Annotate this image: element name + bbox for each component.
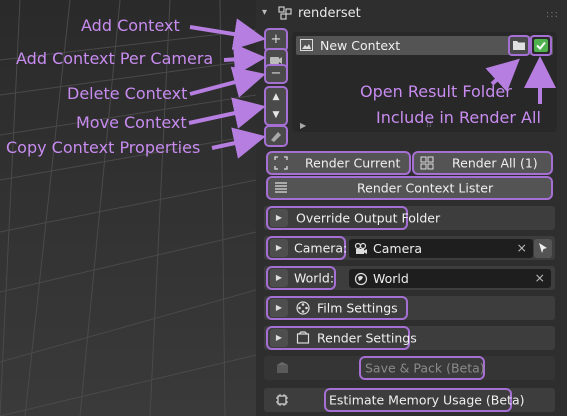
camera-value: Camera — [373, 241, 423, 256]
estimate-memory-label: Estimate Memory Usage (Beta) — [329, 392, 525, 408]
expand-triangle-icon: ▶ — [270, 239, 288, 257]
estimate-memory-button[interactable]: Estimate Memory Usage (Beta) — [326, 390, 525, 410]
save-pack-button[interactable]: Save & Pack (Beta) — [361, 358, 485, 378]
annotation-include-in-render-all: Include in Render All — [376, 108, 541, 127]
render-settings-label: Render Settings — [317, 330, 417, 346]
list-icon — [275, 182, 287, 193]
annotation-move-context: Move Context — [76, 113, 187, 132]
world-icon — [354, 272, 368, 286]
world-toggle[interactable]: ▶ World: — [268, 268, 334, 288]
camera-icon — [354, 242, 367, 254]
expand-triangle-icon: ▶ — [270, 269, 288, 287]
override-output-folder-toggle[interactable]: ▶ Override Output Folder — [268, 208, 440, 228]
annotation-add-context: Add Context — [81, 16, 180, 35]
context-name: New Context — [320, 38, 401, 53]
panel-header[interactable]: ▾ renderset ::: — [256, 4, 567, 26]
film-settings-toggle[interactable]: ▶ Film Settings — [268, 298, 406, 318]
expand-triangle-icon: ▶ — [270, 209, 288, 227]
triangle-down-icon: ▼ — [272, 110, 280, 120]
world-value: World — [373, 271, 409, 286]
annotation-open-result-folder: Open Result Folder — [360, 82, 512, 101]
override-output-folder-label: Override Output Folder — [296, 210, 441, 226]
render-all-label: Render All (1) — [452, 155, 538, 171]
memory-chip-icon — [276, 394, 288, 406]
annotation-delete-context: Delete Context — [67, 84, 188, 103]
eyedropper-button[interactable] — [534, 239, 552, 258]
panel-title: renderset — [298, 6, 361, 21]
camera-toggle[interactable]: ▶ Camera: — [268, 238, 348, 258]
expand-triangle-icon: ▶ — [270, 329, 288, 347]
drag-grip-icon[interactable]: ::: — [546, 9, 559, 20]
annotation-add-context-per-camera: Add Context Per Camera — [16, 49, 214, 68]
minus-icon: − — [270, 66, 282, 81]
render-context-lister-label: Render Context Lister — [357, 180, 494, 196]
move-up-button[interactable]: ▲ — [266, 88, 286, 106]
chevron-down-icon[interactable]: ▾ — [262, 7, 267, 18]
folder-icon — [513, 41, 525, 50]
render-all-button[interactable]: Render All (1) — [414, 153, 551, 173]
world-label: World: — [294, 270, 335, 286]
open-result-folder-button[interactable] — [510, 37, 528, 54]
film-settings-label: Film Settings — [317, 300, 398, 316]
copy-context-properties-button[interactable] — [266, 127, 286, 145]
film-reel-icon — [296, 301, 310, 315]
render-current-label: Render Current — [305, 155, 401, 171]
clear-icon[interactable]: × — [517, 240, 527, 255]
triangle-up-icon: ▲ — [272, 92, 280, 102]
delete-context-button[interactable]: − — [266, 66, 286, 82]
renderset-icon — [278, 6, 292, 20]
annotation-copy-context-properties: Copy Context Properties — [6, 138, 201, 157]
world-field[interactable]: World × — [349, 269, 551, 288]
package-icon — [277, 362, 288, 373]
checkbox-checked-icon — [534, 39, 548, 52]
plus-icon: + — [270, 32, 282, 47]
image-icon — [300, 39, 313, 51]
render-context-lister-button[interactable]: Render Context Lister — [268, 178, 551, 198]
eyedropper-icon — [539, 243, 547, 253]
render-current-button[interactable]: Render Current — [268, 153, 409, 173]
move-context-buttons: ▲ ▼ — [266, 88, 286, 124]
render-settings-icon — [296, 331, 310, 344]
render-settings-toggle[interactable]: ▶ Render Settings — [268, 328, 417, 348]
move-down-button[interactable]: ▼ — [266, 106, 286, 124]
clear-icon[interactable]: × — [535, 270, 545, 285]
list-expand-icon[interactable]: ▶ — [300, 121, 306, 130]
grid-frames-icon — [420, 156, 434, 170]
camera-field[interactable]: Camera × — [349, 239, 533, 258]
include-in-render-all-checkbox[interactable] — [532, 37, 550, 54]
expand-triangle-icon: ▶ — [270, 299, 288, 317]
save-pack-label: Save & Pack (Beta) — [365, 360, 485, 376]
camera-label: Camera: — [294, 240, 348, 256]
add-context-button[interactable]: + — [266, 30, 286, 50]
copy-properties-icon — [271, 132, 281, 142]
frame-corners-icon — [274, 156, 288, 170]
